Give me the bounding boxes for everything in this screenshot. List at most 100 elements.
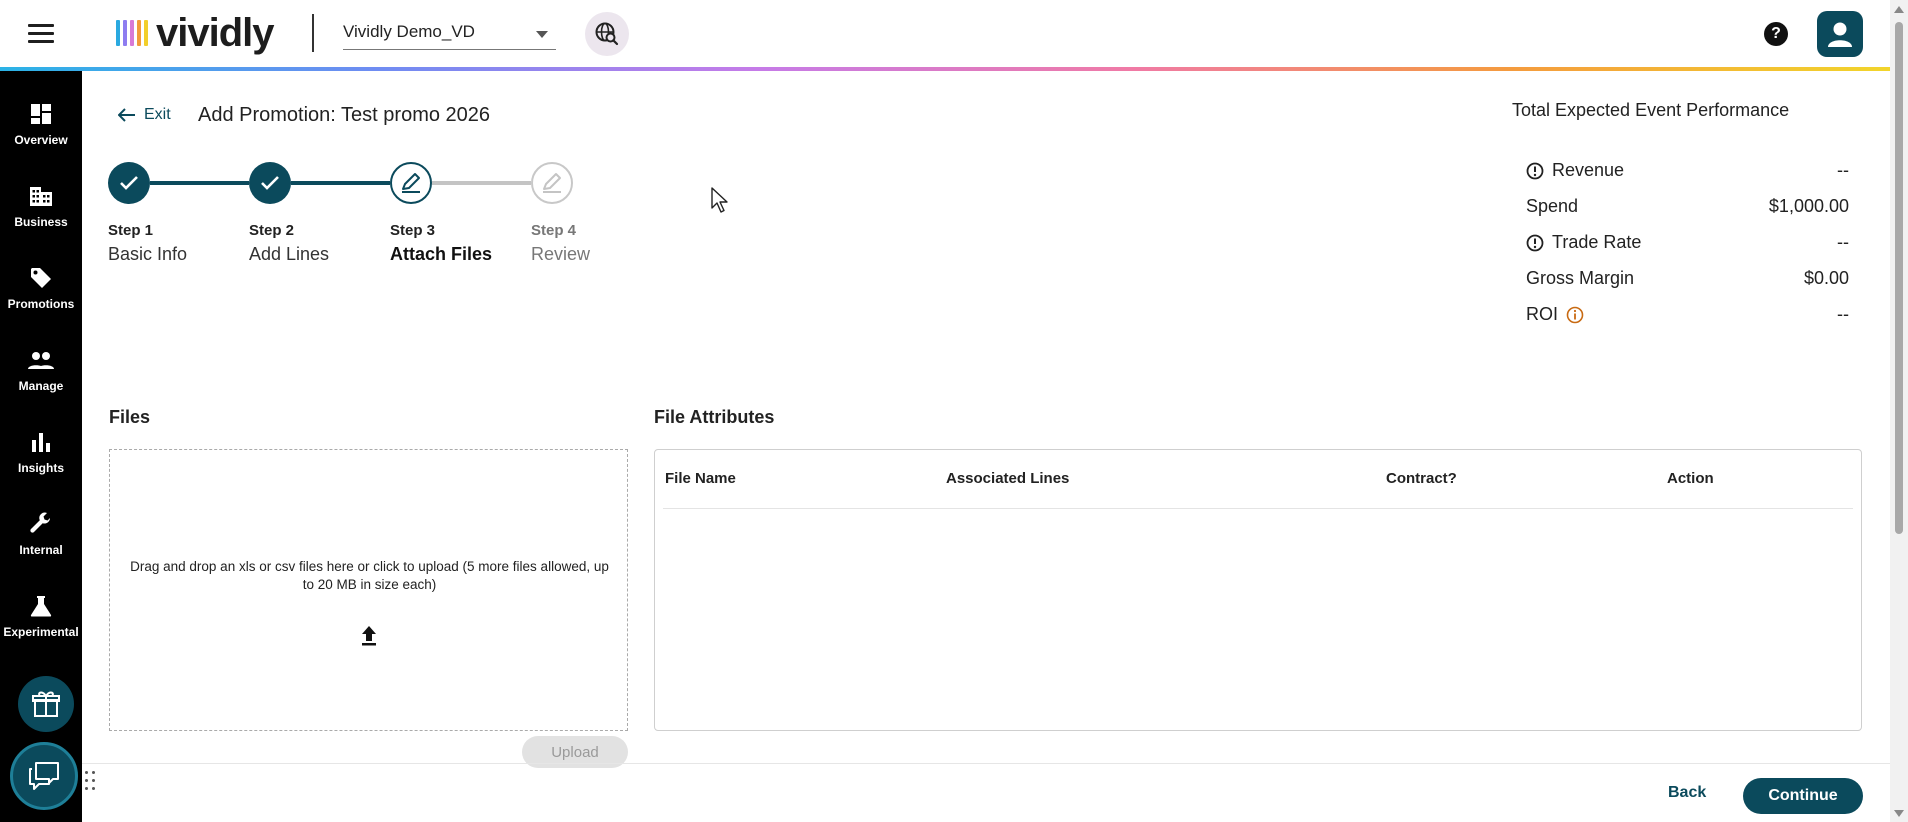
caret-down-icon: [536, 31, 548, 38]
sidebar-item-label: Experimental: [3, 625, 79, 639]
step-1-name: Basic Info: [108, 244, 188, 264]
performance-panel: Total Expected Event Performance Revenue…: [1512, 100, 1852, 324]
building-icon: [28, 183, 54, 209]
alert-circle-icon[interactable]: [1526, 234, 1544, 252]
column-header-action[interactable]: Action: [1667, 470, 1714, 487]
arrow-left-icon: [118, 108, 135, 122]
step-1-number: Step 1: [108, 222, 154, 239]
files-title: Files: [109, 407, 151, 427]
column-header-associated-lines[interactable]: Associated Lines: [946, 470, 1069, 487]
step-4-number: Step 4: [531, 222, 577, 239]
step-3-number: Step 3: [390, 222, 436, 239]
edit-icon: [543, 173, 561, 193]
perf-row-gross-margin: Gross Margin $0.00: [1526, 268, 1849, 292]
wrench-icon: [28, 511, 54, 537]
sidebar-item-overview[interactable]: Overview: [0, 101, 82, 165]
column-header-file-name[interactable]: File Name: [665, 470, 736, 487]
help-icon[interactable]: ?: [1764, 22, 1788, 46]
dashboard-icon: [28, 101, 54, 127]
back-button[interactable]: Back: [1658, 778, 1716, 808]
perf-label: Spend: [1526, 196, 1579, 216]
alert-circle-icon[interactable]: [1526, 162, 1544, 180]
chat-button[interactable]: [10, 742, 78, 810]
sidebar-item-label: Promotions: [7, 297, 75, 311]
stepper: Step 1 Basic Info Step 2 Add Lines Step …: [108, 160, 628, 270]
perf-label: Revenue: [1552, 160, 1625, 180]
header-gradient-bar: [0, 67, 1890, 71]
flask-icon: [28, 593, 54, 619]
brand-logo[interactable]: vividly: [116, 11, 275, 55]
sidebar-item-manage[interactable]: Manage: [0, 347, 82, 411]
perf-label: Gross Margin: [1526, 268, 1635, 288]
sidebar-item-experimental[interactable]: Experimental: [0, 593, 82, 657]
top-header: vividly Vividly Demo_VD ?: [0, 0, 1890, 71]
perf-row-spend: Spend $1,000.00: [1526, 196, 1849, 220]
footer-divider: [82, 763, 1890, 764]
dropzone-text: Drag and drop an xls or csv files here o…: [130, 559, 609, 592]
sidebar-item-promotions[interactable]: Promotions: [0, 265, 82, 329]
perf-row-trade-rate: Trade Rate --: [1526, 232, 1849, 256]
perf-label-group: Trade Rate: [1526, 232, 1641, 253]
check-icon: [120, 176, 138, 190]
tag-icon: [28, 265, 54, 291]
scroll-down-arrow-icon[interactable]: [1894, 810, 1904, 817]
step-2-circle[interactable]: [249, 162, 291, 204]
scroll-up-arrow-icon[interactable]: [1894, 6, 1904, 13]
step-3-circle[interactable]: [390, 162, 432, 204]
hamburger-icon[interactable]: [28, 24, 54, 44]
file-dropzone[interactable]: Drag and drop an xls or csv files here o…: [109, 449, 628, 731]
step-2-name: Add Lines: [249, 244, 330, 264]
step-connector: [150, 181, 249, 185]
sidebar-item-label: Internal: [19, 543, 63, 557]
header-divider: [312, 14, 314, 52]
continue-button[interactable]: Continue: [1743, 778, 1863, 814]
drag-handle-icon[interactable]: [84, 770, 98, 792]
sidebar-item-label: Manage: [18, 379, 64, 393]
table-header-divider: [663, 508, 1853, 509]
upload-icon: [362, 626, 376, 646]
file-attributes-table: File Name Associated Lines Contract? Act…: [654, 449, 1862, 731]
perf-label-group: Revenue: [1526, 160, 1624, 181]
workspace-select[interactable]: Vividly Demo_VD: [343, 18, 556, 50]
sidebar-item-insights[interactable]: Insights: [0, 429, 82, 493]
perf-row-roi: ROI --: [1526, 304, 1849, 328]
chat-icon: [29, 762, 59, 790]
logo-bars: [116, 20, 148, 46]
exit-label: Exit: [144, 106, 171, 123]
file-attributes-title: File Attributes: [654, 407, 775, 427]
sidebar-item-label: Business: [14, 215, 68, 229]
perf-value: $1,000.00: [1768, 196, 1849, 216]
app-root: vividly Vividly Demo_VD ? Overview Busin…: [0, 0, 1908, 822]
page-title: Add Promotion: Test promo 2026: [198, 104, 491, 126]
gift-button[interactable]: [18, 676, 74, 732]
exit-link[interactable]: Exit: [118, 106, 171, 124]
sidebar-item-business[interactable]: Business: [0, 183, 82, 247]
sidebar-item-internal[interactable]: Internal: [0, 511, 82, 575]
info-icon[interactable]: [1566, 306, 1584, 324]
step-connector: [432, 181, 531, 185]
sidebar-item-label: Overview: [14, 133, 68, 147]
globe-search-button[interactable]: [585, 12, 629, 56]
step-3-name: Attach Files: [390, 244, 493, 264]
edit-icon: [402, 173, 420, 193]
perf-value: --: [1837, 232, 1849, 252]
scrollbar-thumb[interactable]: [1895, 22, 1903, 534]
sidebar-item-label: Insights: [17, 461, 64, 475]
perf-label: ROI: [1526, 304, 1559, 324]
perf-label-group: ROI: [1526, 304, 1584, 325]
user-icon: [1828, 22, 1852, 47]
people-icon: [28, 347, 54, 373]
check-icon: [261, 176, 279, 190]
perf-value: $0.00: [1803, 268, 1849, 288]
perf-row-revenue: Revenue --: [1526, 160, 1849, 184]
page-scrollbar[interactable]: [1890, 0, 1908, 822]
perf-label: Trade Rate: [1552, 232, 1642, 252]
step-1-circle[interactable]: [108, 162, 150, 204]
step-4-circle: [531, 162, 573, 204]
user-avatar-button[interactable]: [1817, 11, 1863, 57]
column-header-contract[interactable]: Contract?: [1386, 470, 1457, 487]
step-4-name: Review: [531, 244, 591, 264]
mouse-cursor-icon: [711, 187, 728, 213]
perf-value: --: [1837, 160, 1849, 180]
bar-chart-icon: [28, 429, 54, 455]
